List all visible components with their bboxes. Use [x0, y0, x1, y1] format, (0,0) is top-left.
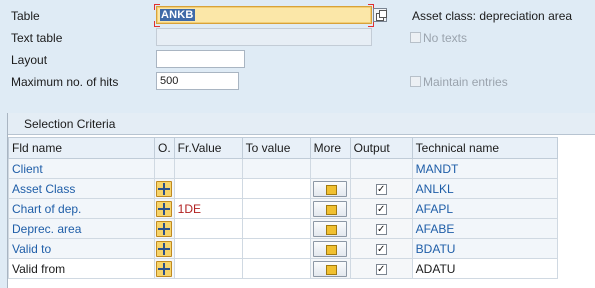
to-value-input[interactable] [241, 178, 311, 199]
select-option-icon[interactable] [156, 260, 173, 277]
technical-name-cell: ADATU [411, 258, 558, 279]
output-cell [349, 158, 413, 179]
table-description: Asset class: depreciation area [412, 9, 573, 23]
col-header-output[interactable]: Output [349, 137, 413, 159]
table-row: Deprec. area ✓ AFABE [8, 218, 558, 239]
field-corner-mark [154, 21, 160, 27]
max-hits-label: Maximum no. of hits [11, 75, 119, 89]
field-name-cell: Client [8, 158, 155, 179]
select-option-icon[interactable] [156, 240, 173, 257]
text-table-label: Text table [11, 31, 63, 45]
table-label: Table [11, 9, 40, 23]
table-row: Asset Class ✓ ANLKL [8, 178, 558, 199]
table-row: Chart of dep. 1DE ✓ AFAPL [8, 198, 558, 219]
select-option-icon[interactable] [156, 180, 173, 197]
multiple-selection-button[interactable] [313, 220, 348, 237]
option-cell [154, 198, 175, 219]
output-cell: ✓ [349, 198, 413, 219]
output-checkbox[interactable]: ✓ [375, 203, 387, 215]
selection-criteria-table: Fld name O. Fr.Value To value More Outpu… [8, 137, 558, 279]
technical-name-cell: AFABE [411, 218, 558, 239]
multiple-selection-arrow-icon [326, 264, 338, 275]
multiple-selection-arrow-icon [326, 184, 338, 195]
more-cell [309, 158, 351, 179]
output-checkbox[interactable]: ✓ [375, 263, 387, 275]
multiple-selection-button[interactable] [313, 180, 348, 197]
table-row: Valid from ✓ ADATU [8, 258, 558, 279]
field-name-cell: Deprec. area [8, 218, 155, 239]
select-option-icon[interactable] [156, 220, 173, 237]
to-value-input[interactable] [241, 258, 311, 279]
more-cell [309, 198, 351, 219]
multiple-selection-button[interactable] [313, 260, 348, 277]
more-cell [309, 238, 351, 259]
output-cell: ✓ [349, 238, 413, 259]
maintain-entries-label: Maintain entries [423, 75, 508, 89]
from-value-input[interactable] [173, 218, 243, 239]
option-cell [154, 178, 175, 199]
to-value-input[interactable] [241, 198, 311, 219]
col-header-more[interactable]: More [309, 137, 351, 159]
output-cell: ✓ [349, 258, 413, 279]
table-row: Valid to ✓ BDATU [8, 238, 558, 259]
output-cell: ✓ [349, 218, 413, 239]
field-name-cell: Asset Class [8, 178, 155, 199]
layout-input[interactable] [156, 50, 245, 68]
to-value-input[interactable] [241, 218, 311, 239]
select-option-icon[interactable] [156, 200, 173, 217]
selection-criteria-title: Selection Criteria [8, 113, 595, 135]
field-name-cell: Chart of dep. [8, 198, 155, 219]
more-cell [309, 258, 351, 279]
value-help-icon[interactable] [373, 8, 387, 22]
multiple-selection-arrow-icon [326, 224, 338, 235]
no-texts-checkbox-box [410, 32, 421, 43]
output-checkbox[interactable]: ✓ [375, 243, 387, 255]
more-cell [309, 178, 351, 199]
maintain-entries-checkbox-box [410, 76, 421, 87]
max-hits-input[interactable]: 500 [156, 72, 239, 90]
to-value-input[interactable] [241, 238, 311, 259]
technical-name-cell: ANLKL [411, 178, 558, 199]
option-cell [154, 218, 175, 239]
from-value-input[interactable] [173, 258, 243, 279]
table-header-row: Fld name O. Fr.Value To value More Outpu… [8, 137, 558, 159]
table-input-value: ANKB [160, 9, 195, 21]
field-corner-mark [154, 4, 160, 10]
field-name-cell: Valid from [8, 258, 155, 279]
no-texts-label: No texts [423, 31, 468, 45]
layout-label: Layout [11, 53, 48, 67]
option-cell [154, 158, 175, 179]
selection-header-form: Table ANKB Text table Layout Maximum no.… [0, 0, 595, 104]
technical-name-cell: BDATU [411, 238, 558, 259]
from-value-cell [173, 158, 243, 179]
more-cell [309, 218, 351, 239]
multiple-selection-button[interactable] [313, 240, 348, 257]
technical-name-cell: MANDT [411, 158, 558, 179]
col-header-technical-name[interactable]: Technical name [411, 137, 558, 159]
option-cell [154, 258, 175, 279]
from-value-input[interactable]: 1DE [173, 198, 243, 219]
to-value-cell [241, 158, 311, 179]
field-name-cell: Valid to [8, 238, 155, 259]
selection-criteria-panel: Selection Criteria Fld name O. Fr.Value … [7, 113, 595, 288]
col-header-to-value[interactable]: To value [241, 137, 311, 159]
multiple-selection-arrow-icon [326, 244, 338, 255]
output-checkbox[interactable]: ✓ [375, 223, 387, 235]
multiple-selection-button[interactable] [313, 200, 348, 217]
option-cell [154, 238, 175, 259]
col-header-option[interactable]: O. [154, 137, 175, 159]
from-value-input[interactable] [173, 238, 243, 259]
from-value-input[interactable] [173, 178, 243, 199]
col-header-field-name[interactable]: Fld name [8, 137, 155, 159]
multiple-selection-arrow-icon [326, 204, 338, 215]
col-header-from-value[interactable]: Fr.Value [173, 137, 243, 159]
text-table-field [156, 28, 372, 46]
table-row: Client MANDT [8, 158, 558, 179]
output-cell: ✓ [349, 178, 413, 199]
output-checkbox[interactable]: ✓ [375, 183, 387, 195]
table-input[interactable]: ANKB [156, 6, 372, 24]
technical-name-cell: AFAPL [411, 198, 558, 219]
